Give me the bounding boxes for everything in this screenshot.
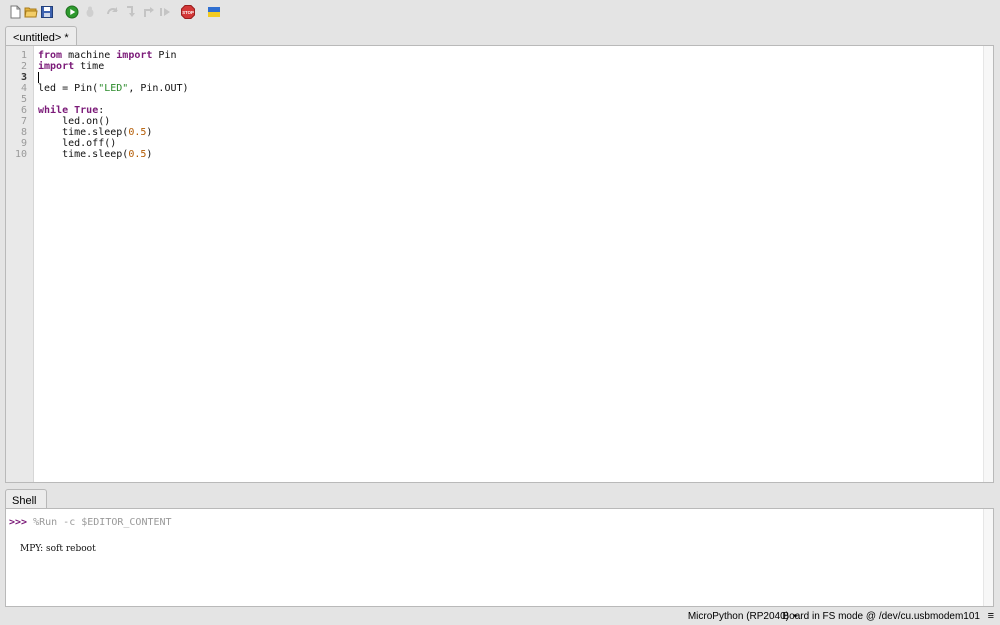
line-number: 4 — [20, 83, 27, 94]
code-line: led.off() — [38, 138, 117, 149]
line-number: 1 — [20, 50, 27, 61]
code-line: time.sleep(0.5) — [38, 149, 153, 160]
stop-icon[interactable]: STOP — [181, 5, 195, 19]
shell-prompt: >>> — [9, 517, 28, 528]
code-line: led = Pin("LED", Pin.OUT) — [38, 83, 189, 94]
line-number: 7 — [20, 116, 27, 127]
step-out-icon — [144, 7, 154, 17]
shell-panel[interactable]: >>> %Run -c $EDITOR_CONTENT MPY: soft re… — [5, 508, 994, 607]
code-line: time.sleep(0.5) — [38, 127, 153, 138]
ukraine-flag-icon[interactable] — [207, 5, 221, 19]
bug-icon — [86, 6, 94, 17]
code-line — [38, 72, 189, 83]
tab-shell[interactable]: Shell — [5, 489, 47, 509]
line-number: 9 — [20, 138, 27, 149]
line-number: 2 — [20, 61, 27, 72]
step-over-icon — [107, 7, 118, 15]
stop-label: STOP — [182, 10, 194, 15]
code-line: led.on() — [38, 116, 111, 127]
folder-open-icon[interactable] — [24, 5, 38, 19]
line-number: 6 — [20, 105, 27, 116]
editor-scrollbar[interactable] — [983, 46, 993, 482]
code-line: import time — [38, 61, 105, 72]
toolbar: STOP — [0, 0, 1000, 26]
shell-output: MPY: soft reboot — [20, 544, 96, 554]
code-text[interactable]: from machine import Pin import time led = … — [38, 50, 189, 160]
resume-icon — [160, 8, 170, 16]
new-file-icon[interactable] — [8, 5, 22, 19]
line-number-current: 3 — [20, 72, 27, 83]
line-number-gutter: 1 2 3 4 5 6 7 8 9 10 — [6, 46, 34, 482]
line-number: 10 — [14, 149, 27, 160]
editor-tab-untitled[interactable]: <untitled> * — [5, 26, 77, 46]
step-into-icon — [127, 6, 135, 17]
interpreter-label[interactable]: MicroPython (RP2040) — [688, 611, 789, 622]
code-editor[interactable]: 1 2 3 4 5 6 7 8 9 10 from machine import… — [5, 45, 994, 483]
shell-scrollbar[interactable] — [983, 509, 993, 606]
floppy-disk-icon[interactable] — [40, 5, 54, 19]
code-line: while True: — [38, 105, 105, 116]
editor-tabbar: <untitled> * — [0, 26, 1000, 46]
board-info-label[interactable]: Board in FS mode @ /dev/cu.usbmodem101 — [783, 611, 980, 622]
shell-command: %Run -c $EDITOR_CONTENT — [27, 517, 172, 528]
play-icon[interactable] — [65, 5, 79, 19]
line-number: 8 — [20, 127, 27, 138]
status-menu-icon[interactable]: ≡ — [988, 610, 994, 622]
line-number: 5 — [20, 94, 27, 105]
text-cursor — [38, 72, 39, 83]
code-line: from machine import Pin — [38, 50, 177, 61]
status-bar: MicroPython (RP2040) • Board in FS mode … — [0, 609, 1000, 625]
shell-tabbar: Shell — [0, 489, 1000, 509]
shell-prompt-line: >>> %Run -c $EDITOR_CONTENT — [9, 517, 172, 528]
